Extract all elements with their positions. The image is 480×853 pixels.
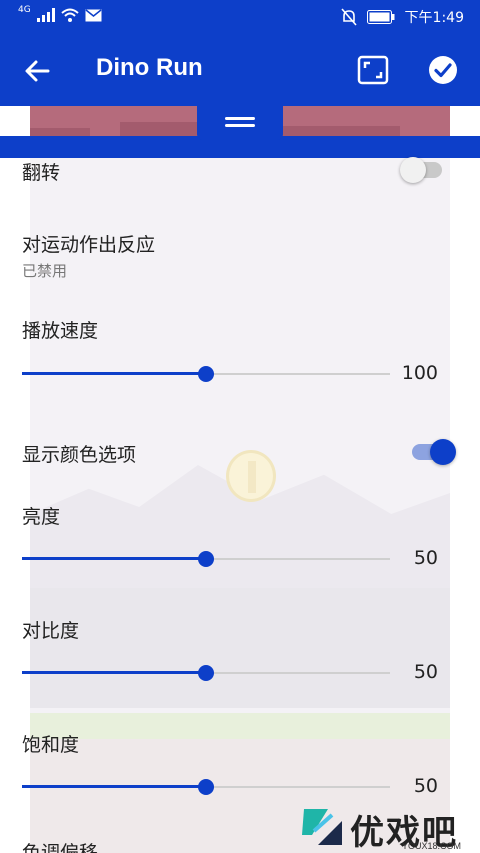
saturation-slider[interactable] [22,775,390,799]
mail-icon [85,8,102,21]
mute-bell-icon [340,8,357,26]
brightness-slider[interactable] [22,547,390,571]
coin-image [226,450,276,502]
drag-handle[interactable] [197,106,283,140]
playback-speed-slider[interactable] [22,362,390,386]
slider-thumb[interactable] [198,665,214,681]
contrast-slider[interactable] [22,661,390,685]
playback-speed-label: 播放速度 [22,320,99,342]
show-color-options-toggle[interactable] [412,432,456,472]
saturation-label: 饱和度 [22,734,80,756]
show-color-options-label: 显示颜色选项 [22,444,137,466]
app-title: Dino Run [96,54,203,81]
network-type: 4G [18,5,31,15]
slider-thumb[interactable] [198,779,214,795]
watermark-logo: 优戏吧 YOUX18.COM [298,805,480,853]
check-circle-icon[interactable] [428,55,458,85]
watermark-icon [302,809,342,845]
motion-subtitle: 已禁用 [22,262,68,280]
slider-thumb[interactable] [198,551,214,567]
hue-shift-label: 色调偏移 [22,842,99,853]
status-bar: 4G 下午1:49 [0,0,480,34]
saturation-value: 50 [413,775,438,797]
fullscreen-frame-icon[interactable] [357,54,389,86]
brightness-label: 亮度 [22,506,61,528]
battery-icon [366,10,395,24]
contrast-value: 50 [413,661,438,683]
watermark-subtext: YOUX18.COM [402,841,462,851]
wifi-icon [61,8,79,22]
flip-label: 翻转 [22,162,61,184]
playback-speed-value: 100 [401,362,438,384]
app-bar: Dino Run [0,34,480,106]
status-time: 下午1:49 [404,10,464,26]
slider-thumb[interactable] [198,366,214,382]
flip-toggle[interactable] [400,150,446,190]
background-game-art [30,158,450,853]
back-arrow-icon[interactable] [22,56,52,86]
contrast-label: 对比度 [22,620,80,642]
signal-icon [36,8,55,22]
motion-label[interactable]: 对运动作出反应 [22,230,155,257]
brightness-value: 50 [413,547,438,569]
